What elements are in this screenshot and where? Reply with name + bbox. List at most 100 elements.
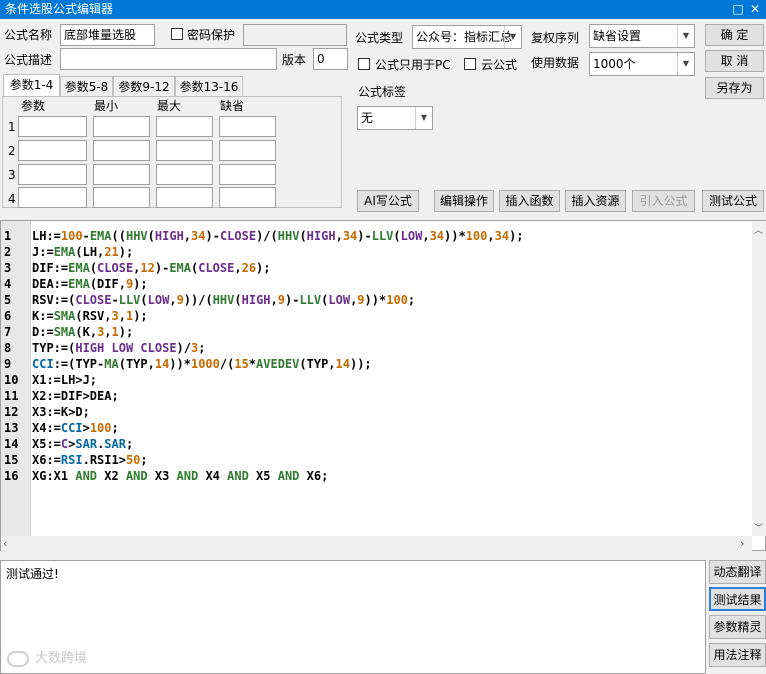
version-input[interactable]: 0 [313,48,348,70]
tab-params-5-8[interactable]: 参数5-8 [60,76,113,97]
chevron-right-icon[interactable]: › [740,537,744,550]
code-line: TYP:=(HIGH LOW CLOSE)/3; [32,341,206,355]
cancel-button[interactable]: 取 消 [705,50,764,72]
formula-type-value: 公众号：指标汇总 [416,30,513,44]
password-label: 密码保护 [187,28,236,42]
tab-params-13-16[interactable]: 参数13-16 [175,76,243,97]
param-min-cell[interactable] [93,187,150,208]
version-label: 版本 [282,53,307,67]
code-line: DIF:=EMA(CLOSE,12)-EMA(CLOSE,26); [32,261,271,275]
line-number: 2 [4,245,12,259]
param-max-cell[interactable] [156,164,213,185]
data-label: 使用数据 [531,56,580,70]
line-number: 15 [4,453,19,467]
param-row-number: 1 [8,120,16,134]
password-input[interactable] [243,24,347,46]
code-line: XG:X1 AND X2 AND X3 AND X4 AND X5 AND X6… [32,469,329,483]
chevron-down-icon[interactable]: ﹀ [754,521,763,534]
line-number: 11 [4,389,19,403]
formula-editor[interactable]: 1 2 3 4 5 6 7 8 9 10 11 12 13 14 15 16 L… [0,220,766,551]
code-line: DEA:=EMA(DIF,9); [32,277,148,291]
code-line: D:=SMA(K,3,1); [32,325,134,339]
test-output-panel: 测试通过! 大数跨境 [0,560,706,674]
code-line: X4:=CCI>100; [32,421,119,435]
dynamic-translate-button[interactable]: 动态翻译 [709,560,766,584]
code-line: RSV:=(CLOSE-LLV(LOW,9))/(HHV(HIGH,9)-LLV… [32,293,416,307]
line-number: 8 [4,341,12,355]
param-name-cell[interactable] [18,187,87,208]
chevron-up-icon[interactable]: ︿ [754,223,763,236]
formula-desc-input[interactable] [60,48,277,70]
rights-value: 缺省设置 [593,29,642,43]
insert-function-button[interactable]: 插入函数 [499,190,560,212]
cloud-label: 云公式 [481,58,518,72]
param-default-cell[interactable] [219,187,276,208]
line-number: 5 [4,293,12,307]
code-line: K:=SMA(RSV,3,1); [32,309,148,323]
test-result-text: 测试通过! [6,567,59,581]
tag-label: 公式标签 [358,85,407,99]
formula-type-select[interactable]: 公众号：指标汇总 ▼ [412,25,522,49]
cloud-checkbox[interactable] [464,58,476,70]
tag-select[interactable]: 无 ▼ [357,106,433,130]
import-formula-button[interactable]: 引入公式 [632,190,695,212]
tab-params-1-4[interactable]: 参数1-4 [3,74,60,97]
title-bar: 条件选股公式编辑器 □ ✕ [0,0,766,19]
edit-ops-button[interactable]: 编辑操作 [434,190,494,212]
code-line: X6:=RSI.RSI1>50; [32,453,148,467]
param-min-cell[interactable] [93,140,150,161]
param-header-default: 缺省 [220,99,245,113]
chevron-left-icon[interactable]: ‹ [3,537,7,550]
data-select[interactable]: 1000个 ▼ [589,52,695,76]
password-checkbox[interactable] [171,28,183,40]
param-default-cell[interactable] [219,164,276,185]
param-max-cell[interactable] [156,187,213,208]
test-formula-button[interactable]: 测试公式 [702,190,764,212]
ok-button[interactable]: 确 定 [705,24,764,46]
usage-notes-button[interactable]: 用法注释 [709,643,766,667]
code-line: X2:=DIF>DEA; [32,389,119,403]
line-number: 7 [4,325,12,339]
line-number: 10 [4,373,19,387]
param-max-cell[interactable] [156,140,213,161]
param-row-number: 3 [8,168,16,182]
param-max-cell[interactable] [156,116,213,137]
data-value: 1000个 [593,57,636,71]
horizontal-scrollbar[interactable]: ‹ › [1,536,752,551]
chevron-down-icon: ▼ [504,26,521,48]
code-line: X3:=K>D; [32,405,90,419]
param-min-cell[interactable] [93,164,150,185]
param-name-cell[interactable] [18,140,87,161]
chevron-down-icon: ▼ [677,53,694,75]
formula-name-input[interactable]: 底部堆量选股 [60,24,155,46]
close-icon[interactable]: ✕ [744,0,766,19]
chevron-down-icon: ▼ [415,107,432,129]
tab-params-9-12[interactable]: 参数9-12 [113,76,175,97]
param-header-max: 最大 [157,99,182,113]
window-title: 条件选股公式编辑器 [5,2,114,16]
vertical-scrollbar[interactable]: ︿ ﹀ [752,221,766,536]
code-line: X1:=LH>J; [32,373,98,387]
formula-desc-label: 公式描述 [4,53,53,67]
formula-name-label: 公式名称 [4,28,53,42]
line-number: 16 [4,469,19,483]
param-wizard-button[interactable]: 参数精灵 [709,615,766,639]
watermark-text: 大数跨境 [35,651,88,666]
pc-only-checkbox[interactable] [358,58,370,70]
line-number: 9 [4,357,12,371]
param-name-cell[interactable] [18,116,87,137]
test-result-button[interactable]: 测试结果 [709,587,766,611]
pc-only-label: 公式只用于PC [375,58,451,72]
save-as-button[interactable]: 另存为 [705,77,764,99]
param-default-cell[interactable] [219,140,276,161]
code-line: LH:=100-EMA((HHV(HIGH,34)-CLOSE)/(HHV(HI… [32,229,524,243]
param-name-cell[interactable] [18,164,87,185]
insert-resource-button[interactable]: 插入资源 [565,190,626,212]
param-default-cell[interactable] [219,116,276,137]
param-row-number: 4 [8,192,16,206]
param-min-cell[interactable] [93,116,150,137]
code-line: X5:=C>SAR.SAR; [32,437,134,451]
chevron-down-icon: ▼ [677,25,694,47]
rights-select[interactable]: 缺省设置 ▼ [589,24,695,48]
ai-write-button[interactable]: AI写公式 [357,190,419,212]
